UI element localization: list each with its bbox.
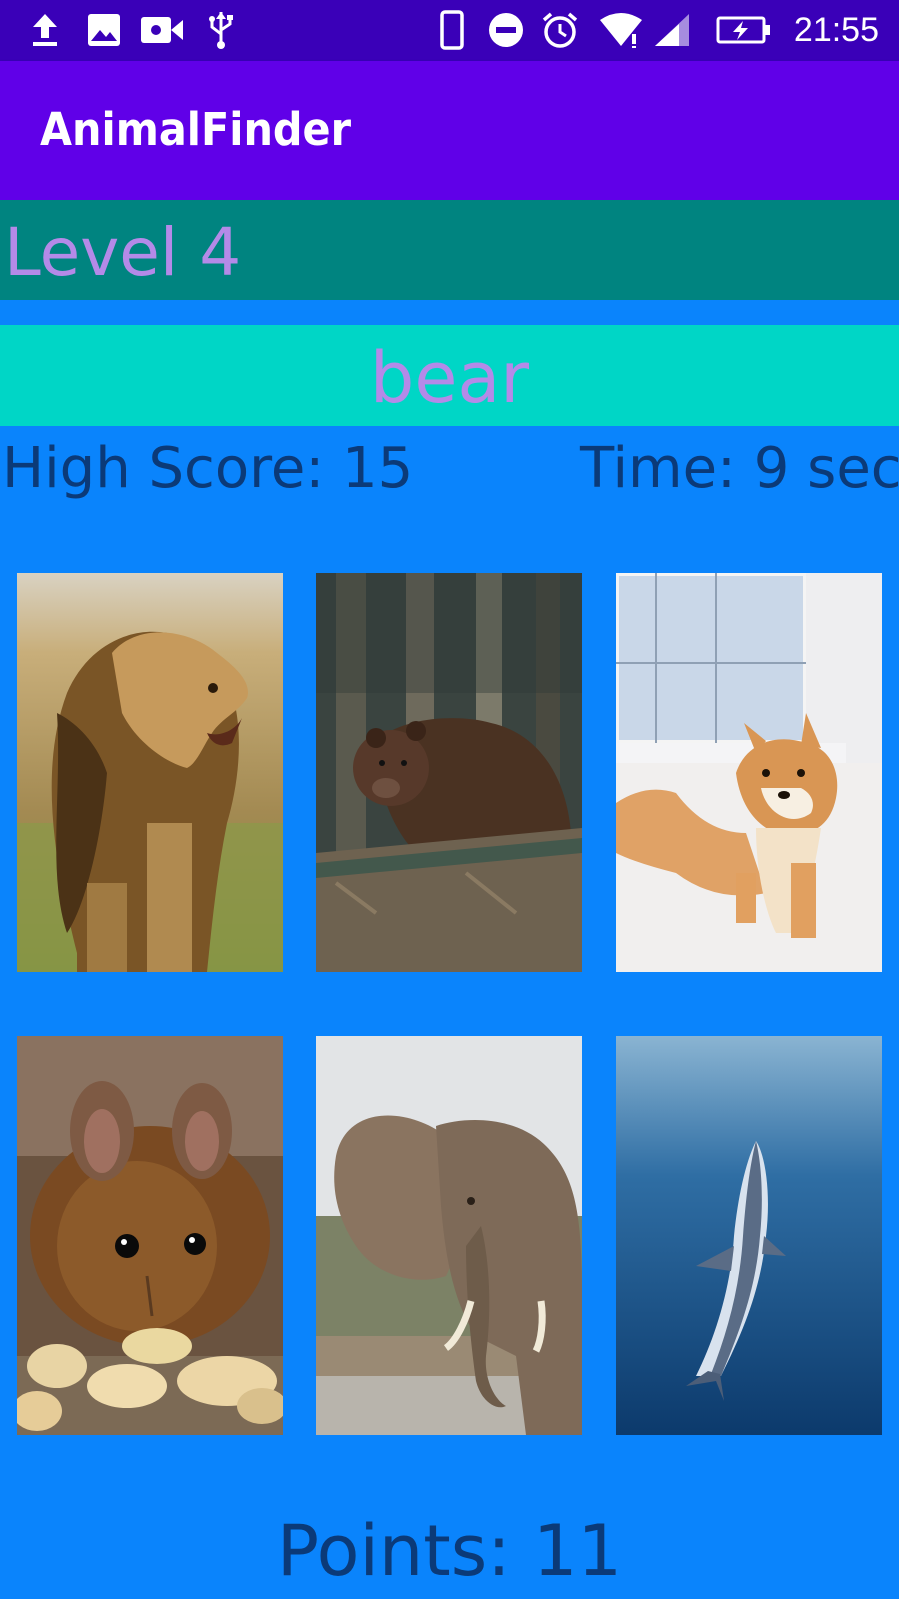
- app-bar: AnimalFinder: [0, 61, 899, 200]
- signal-icon: [652, 10, 692, 50]
- upload-icon: [28, 10, 62, 50]
- animal-tile-bear[interactable]: [316, 573, 582, 972]
- status-bar: 21:55: [0, 0, 899, 61]
- timer-label: Time: 9 sec: [580, 436, 899, 501]
- image-icon: [86, 10, 122, 50]
- target-banner: bear: [0, 325, 899, 426]
- level-banner: Level 4: [0, 200, 899, 300]
- animal-tile-dolphin[interactable]: [616, 1036, 882, 1435]
- lion-image: [17, 573, 283, 972]
- animal-tile-dog[interactable]: [616, 573, 882, 972]
- dolphin-image: [616, 1036, 882, 1435]
- dog-image: [616, 573, 882, 972]
- bear-image: [316, 573, 582, 972]
- usb-icon: [206, 10, 236, 50]
- elephant-image: [316, 1036, 582, 1435]
- animal-tile-elephant[interactable]: [316, 1036, 582, 1435]
- animal-tile-mouse[interactable]: [17, 1036, 283, 1435]
- battery-charging-icon: [716, 10, 772, 50]
- level-label: Level 4: [4, 214, 242, 291]
- animal-tile-lion[interactable]: [17, 573, 283, 972]
- dnd-icon: [486, 10, 526, 50]
- clock: 21:55: [793, 11, 879, 49]
- points-label: Points: 11: [276, 1510, 623, 1592]
- phone-icon: [438, 10, 466, 50]
- mouse-image: [17, 1036, 283, 1435]
- wifi-icon: [598, 10, 644, 50]
- alarm-icon: [540, 10, 580, 50]
- target-animal-label: bear: [369, 337, 530, 419]
- app-title: AnimalFinder: [40, 103, 352, 156]
- video-icon: [140, 10, 184, 50]
- high-score-label: High Score: 15: [2, 436, 414, 501]
